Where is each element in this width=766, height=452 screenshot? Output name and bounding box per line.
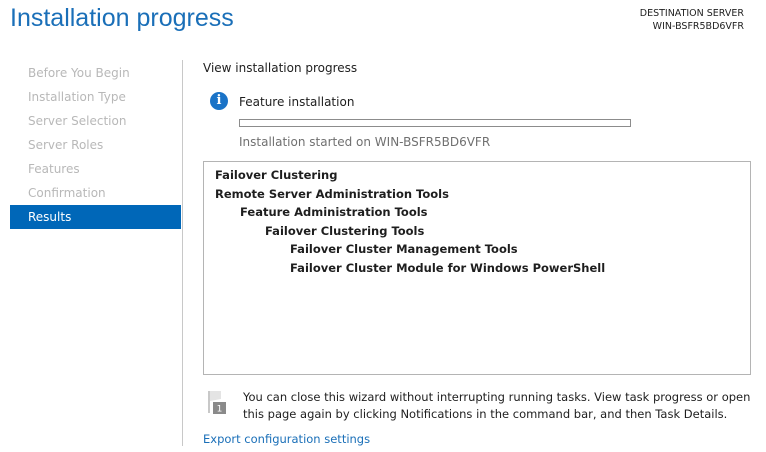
destination-server-name: WIN-BSFR5BD6VFR [652,21,744,32]
nav-before-you-begin: Before You Begin [28,66,130,80]
result-item: Failover Clustering [215,168,338,182]
page-title: Installation progress [10,4,234,32]
result-item: Feature Administration Tools [240,205,428,219]
info-icon: i [210,92,228,110]
result-item: Failover Clustering Tools [265,223,425,238]
status-title: Feature installation [239,95,355,109]
info-note: You can close this wizard without interr… [243,390,751,421]
nav-features: Features [28,162,80,176]
wizard-nav: Before You Begin Installation Type Serve… [10,61,181,229]
result-item: Remote Server Administration Tools [215,186,449,201]
nav-results[interactable]: Results [10,205,181,229]
export-configuration-link[interactable]: Export configuration settings [203,432,370,446]
results-list: Failover Clustering Remote Server Adminis… [203,161,751,375]
nav-server-roles: Server Roles [28,138,104,152]
notification-badge: 1 [217,405,223,415]
status-text: Installation started on WIN-BSFR5BD6VFR [239,135,491,149]
result-item: Failover Cluster Module for Windows Powe… [290,260,606,275]
divider [182,60,183,446]
destination-label: DESTINATION SERVER [639,8,744,19]
nav-installation-type: Installation Type [28,90,126,104]
section-subtitle: View installation progress [203,61,358,75]
notification-flag-icon: 1 [208,391,226,415]
destination-server: DESTINATION SERVER WIN-BSFR5BD6VFR [640,7,744,33]
progress-bar [239,119,631,127]
nav-server-selection: Server Selection [28,114,127,128]
nav-confirmation: Confirmation [28,186,106,200]
result-item: Failover Cluster Management Tools [290,242,518,256]
